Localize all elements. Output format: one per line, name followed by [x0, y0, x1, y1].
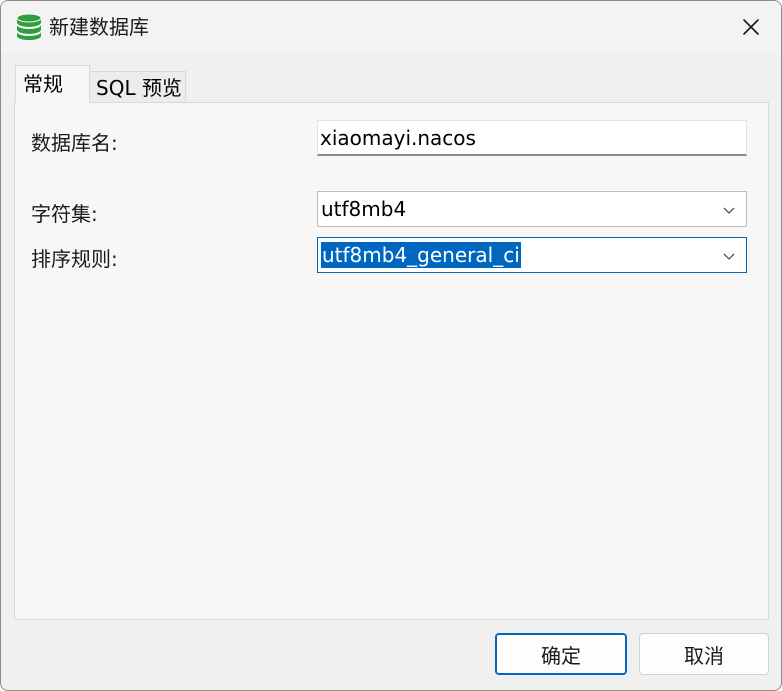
cancel-button[interactable]: 取消	[639, 633, 769, 675]
tab-general[interactable]: 常规	[15, 65, 90, 103]
general-panel	[14, 102, 769, 620]
collation-select[interactable]: utf8mb4_general_ci	[317, 237, 747, 273]
close-button[interactable]	[727, 9, 775, 45]
charset-value: utf8mb4	[321, 197, 407, 221]
database-name-label: 数据库名:	[31, 131, 118, 155]
chevron-down-icon	[723, 207, 735, 214]
new-database-dialog: 新建数据库 常规 SQL 预览 数据库名: 字符集: utf8mb4 排序规则:…	[0, 0, 782, 691]
charset-select[interactable]: utf8mb4	[317, 191, 747, 227]
window-title: 新建数据库	[49, 15, 149, 39]
tab-sql-preview[interactable]: SQL 预览	[89, 71, 186, 103]
title-bar: 新建数据库	[1, 1, 781, 53]
database-name-input[interactable]	[317, 120, 747, 156]
collation-label: 排序规则:	[31, 247, 118, 271]
ok-button[interactable]: 确定	[495, 633, 627, 675]
database-icon	[16, 13, 42, 40]
charset-label: 字符集:	[31, 202, 98, 226]
collation-value: utf8mb4_general_ci	[321, 242, 521, 268]
close-icon	[743, 19, 759, 35]
chevron-down-icon	[723, 253, 735, 260]
